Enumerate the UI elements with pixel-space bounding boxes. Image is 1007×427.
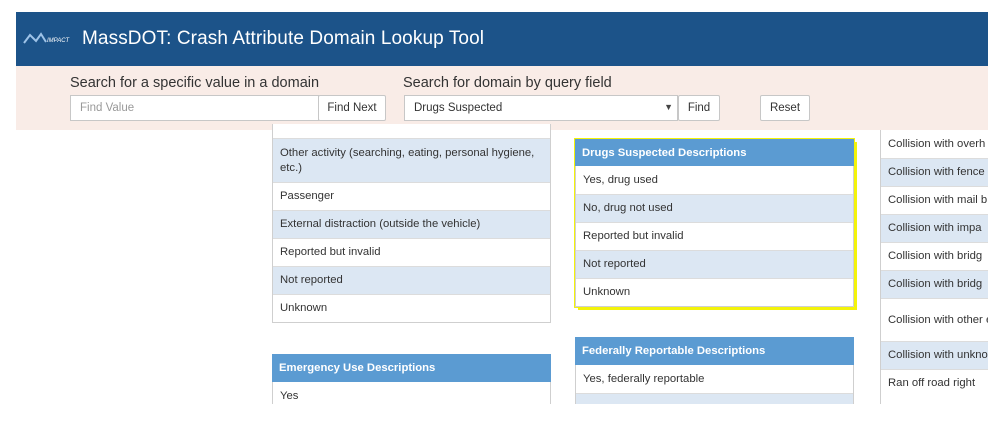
list-item[interactable]: Collision with fence: [881, 158, 988, 186]
list-item[interactable]: Passenger: [273, 182, 550, 210]
federally-reportable-list: Yes, federally reportable: [575, 365, 854, 404]
drugs-suspected-list: Yes, drug used No, drug not used Reporte…: [575, 166, 854, 307]
search-bar: Search for a specific value in a domain …: [16, 66, 988, 130]
list-item[interactable]: Other activity (searching, eating, perso…: [273, 139, 550, 182]
object-collision-list: Collision with overh Collision with fenc…: [880, 130, 988, 404]
list-item[interactable]: Reported but invalid: [576, 222, 853, 250]
list-item[interactable]: Yes, federally reportable: [576, 365, 853, 393]
list-item[interactable]: External distraction (outside the vehicl…: [273, 210, 550, 238]
federally-reportable-header: Federally Reportable Descriptions: [575, 337, 854, 365]
dropdown-caret-icon: ▼: [664, 102, 673, 112]
list-item[interactable]: Yes: [273, 382, 550, 404]
value-search-label: Search for a specific value in a domain: [70, 75, 320, 91]
list-item-clipped: [576, 393, 853, 404]
massdot-logo-icon: IMPACT: [22, 28, 76, 50]
reset-button[interactable]: Reset: [760, 95, 810, 121]
list-item[interactable]: Ran off road right: [881, 369, 988, 397]
app-title: MassDOT: Crash Attribute Domain Lookup T…: [82, 28, 485, 49]
list-item[interactable]: Yes, drug used: [576, 166, 853, 194]
list-item[interactable]: Collision with impa: [881, 214, 988, 242]
domain-select-value: Drugs Suspected: [414, 102, 503, 114]
list-item[interactable]: Not reported: [576, 250, 853, 278]
logo-text: IMPACT: [47, 38, 71, 44]
list-item[interactable]: Unknown: [273, 294, 550, 322]
list-item[interactable]: Collision with unkno: [881, 341, 988, 369]
screenshot-frame: IMPACT MassDOT: Crash Attribute Domain L…: [16, 12, 988, 404]
list-item-clipped: [273, 124, 550, 139]
list-item[interactable]: Collision with bridg: [881, 242, 988, 270]
distraction-domain-list: Other activity (searching, eating, perso…: [272, 124, 551, 323]
list-item[interactable]: No, drug not used: [576, 194, 853, 222]
emergency-use-list: Yes: [272, 382, 551, 404]
list-item[interactable]: Unknown: [576, 278, 853, 306]
list-item[interactable]: Reported but invalid: [273, 238, 550, 266]
drugs-suspected-panel: Drugs Suspected Descriptions Yes, drug u…: [575, 139, 854, 307]
list-item[interactable]: Collision with bridg: [881, 270, 988, 298]
domain-select[interactable]: Drugs Suspected ▼: [404, 95, 678, 121]
list-item[interactable]: Collision with overh: [881, 130, 988, 158]
drugs-suspected-header: Drugs Suspected Descriptions: [575, 139, 854, 166]
list-item[interactable]: Collision with mail b: [881, 186, 988, 214]
emergency-use-header: Emergency Use Descriptions: [272, 354, 551, 382]
find-next-button[interactable]: Find Next: [318, 95, 386, 121]
list-item[interactable]: Not reported: [273, 266, 550, 294]
app-header: IMPACT MassDOT: Crash Attribute Domain L…: [16, 12, 988, 66]
find-value-input[interactable]: Find Value: [70, 95, 319, 121]
list-item[interactable]: Collision with other etc.): [881, 298, 988, 341]
find-button[interactable]: Find: [678, 95, 720, 121]
domain-search-label: Search for domain by query field: [403, 75, 612, 91]
